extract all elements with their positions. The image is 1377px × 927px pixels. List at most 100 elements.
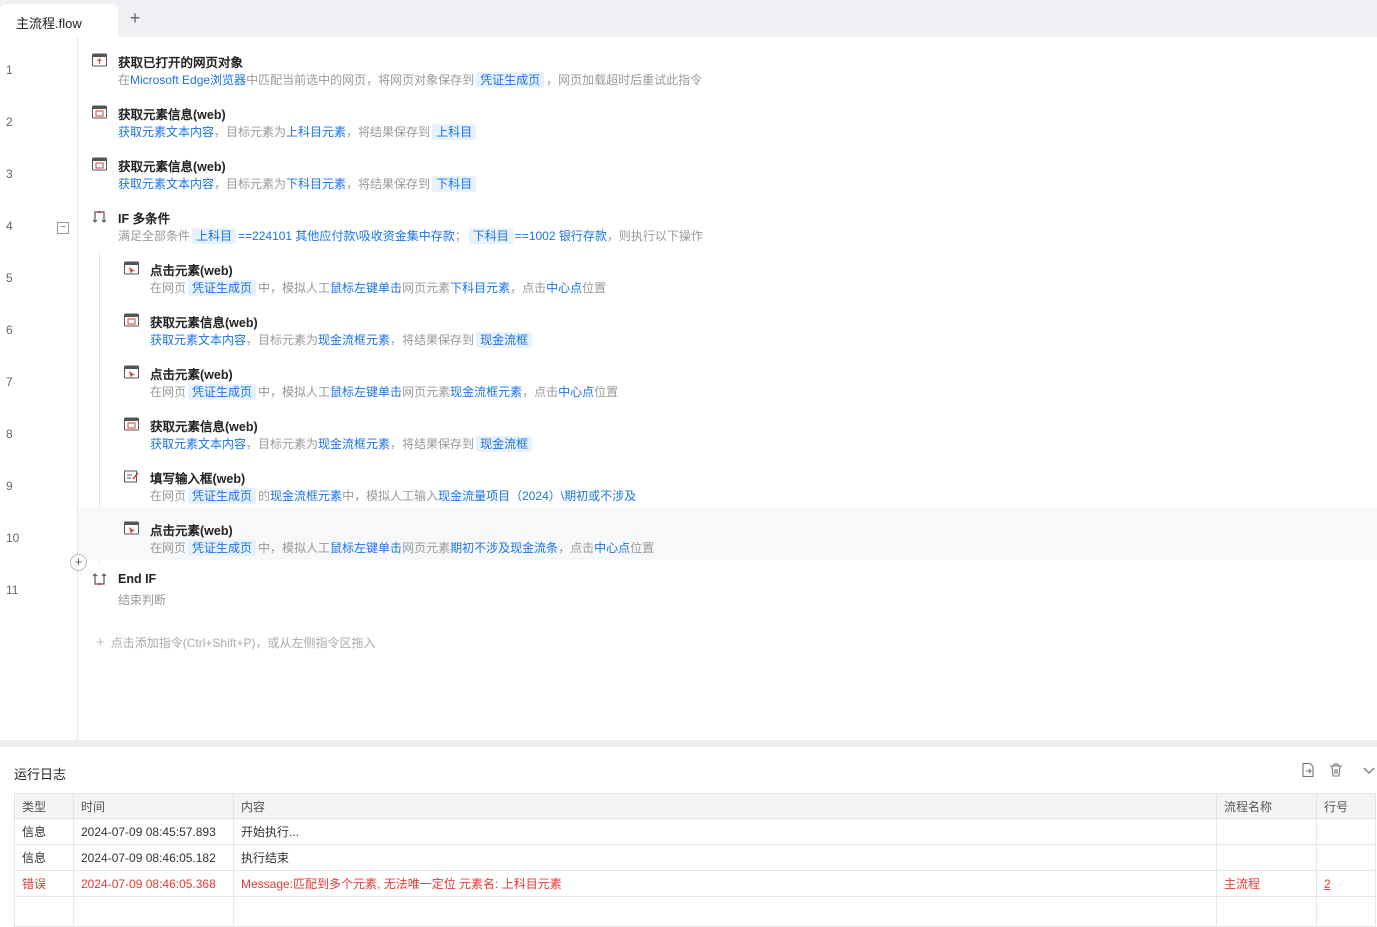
variable-chip[interactable]: 凭证生成页 bbox=[476, 72, 545, 88]
param-link[interactable]: 下科目元素 bbox=[286, 177, 346, 191]
chevron-down-icon[interactable] bbox=[1361, 762, 1377, 778]
line-number: 8 bbox=[6, 427, 13, 441]
get-element-info-icon bbox=[124, 417, 139, 431]
desc-text: ； bbox=[454, 229, 467, 243]
desc-text: 网页元素 bbox=[402, 385, 451, 399]
param-link[interactable]: 下科目元素 bbox=[450, 281, 510, 295]
line-number: 9 bbox=[6, 479, 13, 493]
log-flow bbox=[1216, 818, 1317, 845]
param-link[interactable]: ==224101 其他应付款\吸收资金集中存款 bbox=[238, 229, 455, 243]
param-link[interactable]: 现金流框元素 bbox=[270, 489, 342, 503]
desc-text: 中匹配当前选中的网页，将网页对象保存到 bbox=[246, 73, 475, 87]
param-link[interactable]: 现金流框元素 bbox=[318, 333, 390, 347]
fill-input-icon bbox=[124, 469, 139, 483]
step-description[interactable]: 结束判断 bbox=[118, 591, 166, 608]
variable-chip[interactable]: 凭证生成页 bbox=[188, 488, 257, 504]
desc-text: 在 bbox=[118, 73, 131, 87]
col-type[interactable]: 类型 bbox=[14, 793, 74, 819]
desc-text: 位置 bbox=[594, 385, 619, 399]
step-title[interactable]: 填写输入框(web) bbox=[150, 468, 245, 487]
tab-main-flow[interactable]: 主流程.flow bbox=[0, 4, 118, 37]
step-description[interactable]: 满足全部条件 上科目 ==224101 其他应付款\吸收资金集中存款； 下科目 ==10… bbox=[118, 227, 703, 244]
table-row[interactable]: 信息 2024-07-09 08:46:05.182 执行结束 bbox=[14, 844, 1376, 871]
param-link[interactable]: 中心点 bbox=[546, 281, 582, 295]
step-title[interactable]: 点击元素(web) bbox=[150, 520, 233, 539]
log-line-link[interactable]: 2 bbox=[1324, 877, 1331, 891]
step-title[interactable]: 获取元素信息(web) bbox=[150, 312, 258, 331]
log-time: 2024-07-09 08:46:05.182 bbox=[73, 844, 234, 871]
variable-chip[interactable]: 上科目 bbox=[192, 228, 237, 244]
col-time[interactable]: 时间 bbox=[73, 793, 234, 819]
step-title[interactable]: IF 多条件 bbox=[118, 208, 170, 227]
add-instruction-hint[interactable]: + 点击添加指令(Ctrl+Shift+P)，或从左侧指令区拖入 bbox=[96, 634, 375, 651]
table-row[interactable]: 信息 2024-07-09 08:45:57.893 开始执行... bbox=[14, 818, 1376, 845]
param-link[interactable]: 现金流框元素 bbox=[450, 385, 522, 399]
desc-text: ，则执行以下操作 bbox=[606, 229, 703, 243]
variable-chip[interactable]: 凭证生成页 bbox=[188, 280, 257, 296]
variable-chip[interactable]: 下科目 bbox=[468, 228, 513, 244]
step-description[interactable]: 在网页 凭证生成页 的现金流框元素中，模拟人工输入现金流量项目（2024）\期初或不… bbox=[150, 487, 636, 504]
step-title[interactable]: 点击元素(web) bbox=[150, 260, 233, 279]
add-tab-icon[interactable]: + bbox=[126, 9, 144, 27]
variable-chip[interactable]: 上科目 bbox=[432, 124, 477, 140]
desc-text: 在网页 bbox=[150, 385, 187, 399]
param-link[interactable]: Microsoft Edge浏览器 bbox=[130, 73, 246, 87]
col-line-no[interactable]: 行号 bbox=[1316, 793, 1376, 819]
line-number: 11 bbox=[6, 583, 19, 597]
line-number: 3 bbox=[6, 167, 13, 181]
export-log-icon[interactable] bbox=[1300, 762, 1316, 778]
param-link[interactable]: 中心点 bbox=[594, 541, 630, 555]
table-row[interactable]: 错误 2024-07-09 08:46:05.368 Message:匹配到多个… bbox=[14, 870, 1376, 897]
desc-text: ，目标元素为 bbox=[246, 333, 319, 347]
desc-text: ，将结果保存到 bbox=[390, 333, 475, 347]
param-link[interactable]: 现金流框元素 bbox=[318, 437, 390, 451]
step-description[interactable]: 在网页 凭证生成页 中，模拟人工鼠标左键单击网页元素现金流框元素，点击中心点位置 bbox=[150, 383, 618, 400]
param-link[interactable]: 鼠标左键单击 bbox=[330, 541, 402, 555]
param-link[interactable]: 获取元素文本内容 bbox=[150, 437, 246, 451]
variable-chip[interactable]: 现金流框 bbox=[476, 436, 533, 452]
panel-splitter[interactable] bbox=[0, 740, 1377, 747]
step-title[interactable]: 获取元素信息(web) bbox=[150, 416, 258, 435]
step-description[interactable]: 获取元素文本内容，目标元素为上科目元素，将结果保存到 上科目 bbox=[118, 123, 478, 140]
variable-chip[interactable]: 凭证生成页 bbox=[188, 540, 257, 556]
click-element-icon bbox=[124, 365, 139, 379]
log-table-header: 类型 时间 内容 流程名称 行号 bbox=[14, 793, 1376, 819]
get-element-info-icon bbox=[92, 157, 107, 171]
param-link[interactable]: 鼠标左键单击 bbox=[330, 281, 402, 295]
step-title[interactable]: 点击元素(web) bbox=[150, 364, 233, 383]
param-link[interactable]: 现金流量项目（2024）\期初或不涉及 bbox=[438, 489, 636, 503]
step-title[interactable]: End IF bbox=[118, 572, 156, 586]
trash-icon[interactable] bbox=[1328, 762, 1344, 778]
variable-chip[interactable]: 现金流框 bbox=[476, 332, 533, 348]
step-description[interactable]: 获取元素文本内容，目标元素为现金流框元素，将结果保存到 现金流框 bbox=[150, 331, 534, 348]
table-row-empty bbox=[14, 896, 1376, 927]
step-description[interactable]: 在Microsoft Edge浏览器中匹配当前选中的网页，将网页对象保存到 凭证生… bbox=[118, 71, 702, 88]
step-title[interactable]: 获取元素信息(web) bbox=[118, 156, 226, 175]
param-link[interactable]: 获取元素文本内容 bbox=[118, 125, 214, 139]
variable-chip[interactable]: 凭证生成页 bbox=[188, 384, 257, 400]
step-description[interactable]: 获取元素文本内容，目标元素为下科目元素，将结果保存到 下科目 bbox=[118, 175, 478, 192]
log-line[interactable]: 2 bbox=[1316, 870, 1376, 897]
step-description[interactable]: 在网页 凭证生成页 中，模拟人工鼠标左键单击网页元素期初不涉及现金流条，点击中心点位… bbox=[150, 539, 654, 556]
step-title[interactable]: 获取元素信息(web) bbox=[118, 104, 226, 123]
param-link[interactable]: 获取元素文本内容 bbox=[118, 177, 214, 191]
step-title[interactable]: 获取已打开的网页对象 bbox=[118, 52, 243, 71]
collapse-toggle-icon[interactable]: − bbox=[57, 222, 69, 234]
param-link[interactable]: 上科目元素 bbox=[286, 125, 346, 139]
param-link[interactable]: ==1002 银行存款 bbox=[515, 229, 607, 243]
variable-chip[interactable]: 下科目 bbox=[432, 176, 477, 192]
step-description[interactable]: 获取元素文本内容，目标元素为现金流框元素，将结果保存到 现金流框 bbox=[150, 435, 534, 452]
desc-text: 中，模拟人工 bbox=[258, 281, 331, 295]
log-time: 2024-07-09 08:45:57.893 bbox=[73, 818, 234, 845]
param-link[interactable]: 期初不涉及现金流条 bbox=[450, 541, 558, 555]
step-description[interactable]: 在网页 凭证生成页 中，模拟人工鼠标左键单击网页元素下科目元素，点击中心点位置 bbox=[150, 279, 606, 296]
click-element-icon bbox=[124, 521, 139, 535]
col-flow-name[interactable]: 流程名称 bbox=[1216, 793, 1317, 819]
desc-text: ，目标元素为 bbox=[214, 177, 287, 191]
col-content[interactable]: 内容 bbox=[233, 793, 1217, 819]
insert-step-icon[interactable]: + bbox=[70, 554, 87, 571]
param-link[interactable]: 获取元素文本内容 bbox=[150, 333, 246, 347]
param-link[interactable]: 中心点 bbox=[558, 385, 594, 399]
tab-bar: 主流程.flow + bbox=[0, 0, 1377, 37]
param-link[interactable]: 鼠标左键单击 bbox=[330, 385, 402, 399]
